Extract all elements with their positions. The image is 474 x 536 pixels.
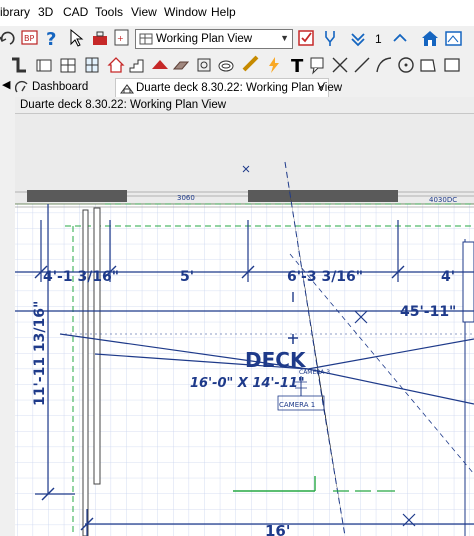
window-label-3060: 3060 (177, 194, 195, 202)
dimension-tool-icon[interactable] (242, 55, 262, 75)
svg-text:BP: BP (24, 34, 34, 43)
floor-up-icon[interactable] (390, 28, 410, 48)
dim-segment-1: 4'-1 3/16" (43, 269, 119, 285)
stairs-icon[interactable] (128, 55, 148, 75)
house-icon[interactable] (420, 28, 440, 48)
help-icon[interactable]: ? (42, 28, 62, 48)
plan-pdf-icon[interactable]: + (112, 28, 132, 48)
wall-segment-right (248, 190, 398, 202)
toolbar-main: BP ? + Working Plan View ▼ 1 (0, 26, 474, 54)
room-size-label: 16'-0" X 14'-11" (190, 376, 305, 391)
plan-view-icon (120, 84, 134, 94)
svg-text:T: T (291, 56, 304, 75)
tab-dashboard[interactable]: Dashboard (12, 78, 108, 97)
menu-library[interactable]: ibrary (0, 5, 30, 19)
dashboard-icon (15, 80, 28, 93)
electrical-icon[interactable] (264, 55, 284, 75)
floor-counter: 1 (375, 32, 382, 46)
view-title-bar: Duarte deck 8.30.22: Working Plan View (15, 97, 474, 114)
dim-segment-2: 5' (180, 269, 194, 285)
tab-scroll-left-icon[interactable]: ◀ (2, 78, 10, 91)
menu-bar: ibrary 3D CAD Tools View Window Help (0, 0, 474, 27)
line-tool-icon[interactable] (330, 55, 350, 75)
camera-1-label: CAMERA 1 (279, 401, 315, 409)
window-label-4030dc: 4030DC (429, 196, 457, 204)
view-selector-value: Working Plan View (156, 33, 253, 45)
menu-window[interactable]: Window (164, 5, 207, 19)
deck-icon[interactable] (172, 55, 192, 75)
dim-segment-3: 6'-3 3/16" (287, 269, 363, 285)
menu-tools[interactable]: Tools (95, 5, 123, 19)
document-tab-bar: ◀ Dashboard Duarte deck 8.30.22: Working… (0, 76, 474, 98)
polyline-icon[interactable] (352, 55, 372, 75)
floor-down-icon[interactable] (348, 28, 368, 48)
tab-working-plan-label: Duarte deck 8.30.22: Working Plan View (136, 82, 343, 94)
select-arrow-icon[interactable] (66, 28, 86, 48)
rectangle-tool-icon[interactable] (442, 55, 462, 75)
spline-icon[interactable] (374, 55, 394, 75)
room-name-label: DECK (245, 348, 307, 372)
plan-canvas[interactable]: 3060 4030DC 4'-1 3/16" 5' 6'-3 3/16" 4' … (15, 114, 474, 536)
tab-working-plan-view[interactable]: Duarte deck 8.30.22: Working Plan View × (115, 78, 342, 97)
plan-print-icon[interactable]: BP (20, 28, 40, 48)
tools-icon[interactable] (90, 28, 110, 48)
view-type-icon (139, 33, 153, 45)
room-tool-icon[interactable] (34, 55, 54, 75)
wall-tool-icon[interactable] (10, 55, 30, 75)
plan-drawing: 3060 4030DC 4'-1 3/16" 5' 6'-3 3/16" 4' … (15, 161, 474, 536)
arc-tool-icon[interactable] (396, 55, 416, 75)
menu-3d[interactable]: 3D (38, 5, 53, 19)
menu-cad[interactable]: CAD (63, 5, 88, 19)
wrench-icon[interactable] (320, 28, 340, 48)
left-gutter (0, 97, 16, 536)
menu-view[interactable]: View (131, 5, 157, 19)
dim-overall-width: 45'-11" (400, 304, 456, 320)
appliance-icon[interactable] (194, 55, 214, 75)
callout-icon[interactable] (308, 55, 328, 75)
roof-icon[interactable] (150, 55, 170, 75)
fixture-icon[interactable] (216, 55, 236, 75)
wall-segment-left (27, 190, 127, 202)
cabinet-icon[interactable] (58, 55, 78, 75)
tab-dashboard-label: Dashboard (32, 81, 89, 93)
menu-help[interactable]: Help (211, 5, 236, 19)
checkbox-toggle-icon[interactable] (296, 28, 316, 48)
camera-view-icon[interactable] (444, 28, 464, 48)
chevron-down-icon: ▼ (280, 33, 289, 43)
shape-tool-icon[interactable] (418, 55, 438, 75)
text-tool-icon[interactable]: T (288, 55, 308, 75)
toolbar-build: T (0, 54, 474, 76)
dim-bottom: 16' (265, 522, 290, 536)
door-tool-icon[interactable] (106, 55, 126, 75)
view-title: Duarte deck 8.30.22: Working Plan View (20, 99, 227, 111)
svg-text:+: + (117, 34, 124, 43)
dim-height: 11'-11 13/16" (32, 301, 48, 406)
tab-close-icon[interactable]: × (318, 79, 324, 97)
dim-segment-4: 4' (441, 269, 455, 285)
svg-text:?: ? (46, 29, 56, 48)
redo-icon[interactable] (0, 28, 18, 48)
window-tool-icon[interactable] (82, 55, 102, 75)
camera-3-label: CAMERA 3 (299, 369, 330, 376)
view-selector-dropdown[interactable]: Working Plan View ▼ (135, 29, 293, 49)
